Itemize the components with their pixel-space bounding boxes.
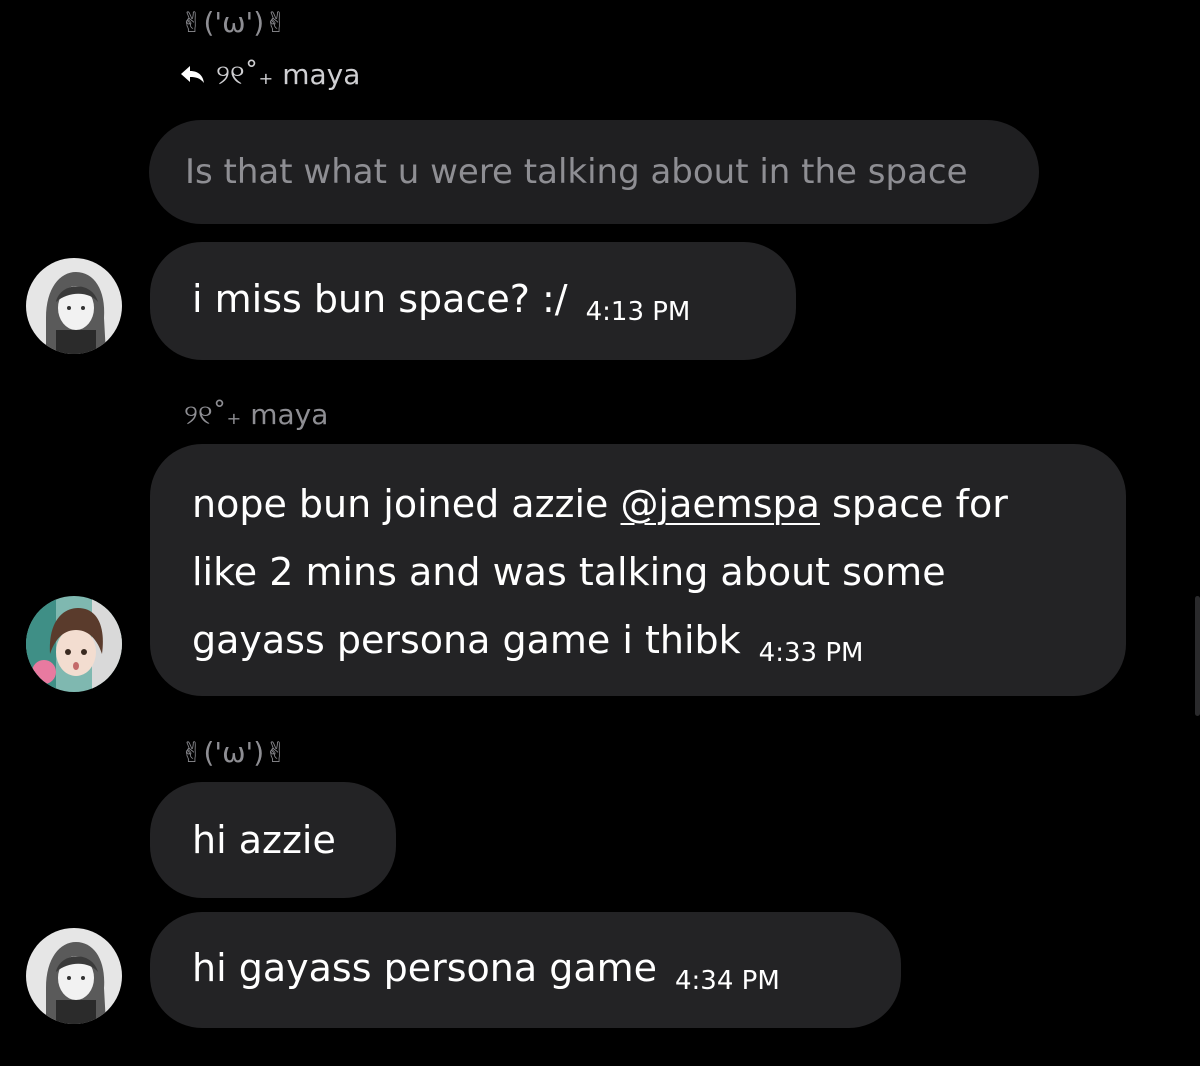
message-text: hi gayass persona game [192,946,657,990]
sender-name: ✌︎('ω')✌︎ [180,736,288,769]
avatar-brown-hair-character-icon [26,596,122,692]
mention-link[interactable]: @jaemspa [621,482,820,526]
reply-arrow-icon [180,64,206,86]
scrollbar[interactable] [1195,596,1200,716]
message-time: 4:34 PM [675,966,780,996]
reply-to-name: ୨୧˚₊ maya [216,58,361,91]
message-bubble[interactable]: hi azzie [150,782,396,898]
avatar[interactable] [26,596,122,692]
message-text: hi azzie [192,818,336,862]
sender-name: ୨୧˚₊ maya [184,398,329,431]
reply-indicator[interactable]: ୨୧˚₊ maya [180,58,360,92]
message-bubble[interactable]: i miss bun space? :/ 4:13 PM [150,242,796,360]
message-text: i miss bun space? :/ [192,277,568,321]
avatar-grayscale-character-icon [26,928,122,1024]
message-time: 4:13 PM [585,297,691,327]
message-text-part: nope bun joined azzie [192,482,621,526]
sender-name: ✌︎('ω')✌︎ [180,6,288,39]
message-bubble[interactable]: hi gayass persona game 4:34 PM [150,912,901,1028]
quoted-message[interactable]: Is that what u were talking about in the… [149,120,1039,224]
message-time: 4:33 PM [758,638,864,668]
quoted-text: Is that what u were talking about in the… [185,152,968,192]
message-text: nope bun joined azzie @jaemspa space for… [192,482,1008,662]
avatar-grayscale-character-icon [26,258,122,354]
avatar[interactable] [26,928,122,1024]
avatar[interactable] [26,258,122,354]
message-bubble[interactable]: nope bun joined azzie @jaemspa space for… [150,444,1126,696]
